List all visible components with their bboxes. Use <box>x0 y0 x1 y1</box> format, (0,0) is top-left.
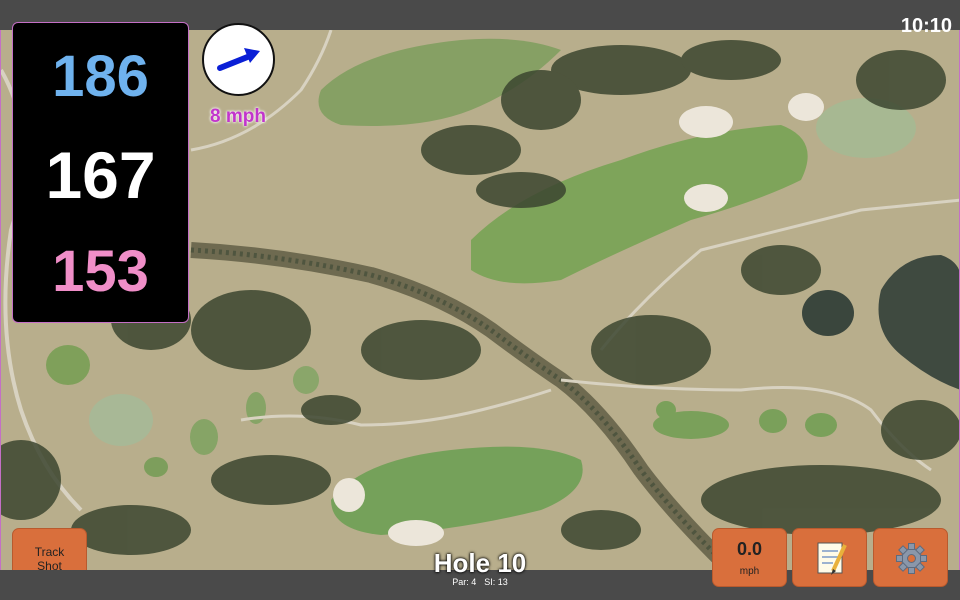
gear-icon <box>896 543 927 574</box>
middle-distance: 167 <box>45 138 156 212</box>
notes-button[interactable] <box>792 528 867 587</box>
distance-panel: 186 167 153 <box>12 22 189 323</box>
track-shot-label-line1: Track <box>34 545 65 559</box>
back-distance: 186 <box>52 44 149 109</box>
speed-value: 0.0 <box>736 539 763 559</box>
speed-unit: mph <box>739 566 760 577</box>
front-distance: 153 <box>52 239 149 304</box>
hole-title: Hole 10 <box>433 548 527 578</box>
speed-button[interactable]: 0.0 mph <box>712 528 787 587</box>
par-label: Par: 4 <box>452 577 477 587</box>
notepad-icon <box>817 542 847 575</box>
hole-details: Par: 4 SI: 13 <box>380 577 580 587</box>
wind-speed: 8 mph <box>210 106 266 127</box>
si-label: SI: 13 <box>484 577 508 587</box>
wind-direction-indicator <box>202 23 275 96</box>
clock: 10:10 <box>900 15 952 37</box>
arrow-icon <box>217 48 260 71</box>
settings-button[interactable] <box>873 528 948 587</box>
